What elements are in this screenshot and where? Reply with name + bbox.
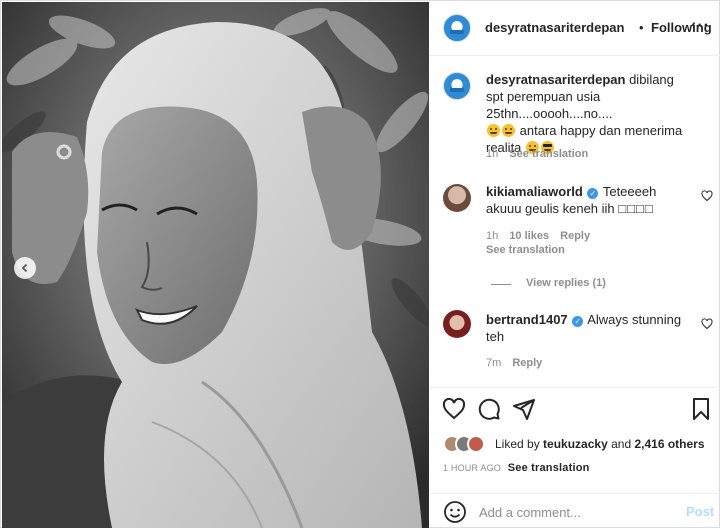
- comment-likes[interactable]: 10 likes: [509, 230, 549, 242]
- liked-by-and: and: [611, 437, 632, 451]
- post-header: desyratnasariterdepan • Following ···: [429, 2, 720, 56]
- heart-icon[interactable]: [442, 397, 466, 421]
- others-likes-link[interactable]: 2,416 others: [634, 437, 704, 451]
- add-comment-bar: Post: [429, 493, 720, 529]
- commenter-avatar[interactable]: [443, 184, 471, 212]
- comment-reply-button[interactable]: Reply: [560, 230, 590, 242]
- likers-avatars[interactable]: [443, 435, 491, 453]
- caption-author-avatar[interactable]: [443, 72, 471, 100]
- author-avatar[interactable]: [443, 14, 471, 42]
- comments-list: desyratnasariterdepan dibilang spt perem…: [429, 57, 720, 387]
- carousel-prev-button[interactable]: [14, 257, 36, 279]
- comment-see-translation[interactable]: See translation: [486, 244, 565, 256]
- rolling-laugh-emoji-icon: [502, 124, 515, 137]
- comment-time: 7m: [486, 357, 502, 369]
- replies-divider: [491, 284, 511, 285]
- caption-see-translation[interactable]: See translation: [509, 148, 588, 160]
- comment-text: kikiamaliaworld ✓ Teteeeeh akuuu geulis …: [486, 183, 691, 217]
- heart-icon[interactable]: [701, 190, 713, 202]
- grinning-emoji-icon: [487, 124, 500, 137]
- comment-meta: 7m Reply: [486, 357, 542, 369]
- author-username[interactable]: desyratnasariterdepan: [485, 20, 624, 35]
- post-actions: Liked by teukuzacky and 2,416 others 1 H…: [429, 387, 720, 528]
- bookmark-icon[interactable]: [689, 397, 713, 421]
- comment-input[interactable]: [479, 503, 669, 521]
- liker-avatar: [467, 435, 485, 453]
- portrait-photo-grayscale: [2, 2, 429, 528]
- comment-translation: See translation: [486, 244, 565, 256]
- comment-username[interactable]: bertrand1407: [486, 312, 568, 327]
- liked-by-text: Liked by teukuzacky and 2,416 others: [495, 437, 705, 451]
- first-liker-link[interactable]: teukuzacky: [543, 437, 608, 451]
- chevron-left-icon: [21, 263, 28, 273]
- comment-text: bertrand1407 ✓ Always stunning teh: [486, 311, 691, 345]
- caption-text: desyratnasariterdepan dibilang spt perem…: [486, 71, 691, 156]
- more-icon[interactable]: ···: [691, 17, 713, 37]
- comment-time: 1h: [486, 230, 499, 242]
- share-icon[interactable]: [512, 397, 536, 421]
- verified-badge-icon: ✓: [572, 316, 584, 327]
- post-comment-button[interactable]: Post: [686, 504, 714, 519]
- post-see-translation[interactable]: See translation: [508, 462, 590, 474]
- comment-icon[interactable]: [477, 397, 501, 421]
- instagram-post-window: desyratnasariterdepan • Following ··· de…: [0, 0, 720, 528]
- liked-by-prefix: Liked by: [495, 437, 540, 451]
- comment-missing-glyphs: □□□□: [618, 201, 654, 216]
- caption-username[interactable]: desyratnasariterdepan: [486, 72, 625, 87]
- caption-meta: 1h See translation: [486, 148, 588, 160]
- view-replies-button[interactable]: View replies (1): [526, 277, 606, 289]
- emoji-icon[interactable]: [443, 500, 467, 524]
- post-side-panel: desyratnasariterdepan • Following ··· de…: [429, 2, 720, 528]
- comment-username[interactable]: kikiamaliaworld: [486, 184, 583, 199]
- post-time-row: 1 HOUR AGO See translation: [443, 462, 590, 474]
- post-photo[interactable]: [2, 2, 429, 528]
- commenter-avatar[interactable]: [443, 310, 471, 338]
- caption-time: 1h: [486, 148, 499, 160]
- comment-meta: 1h 10 likes Reply: [486, 230, 590, 242]
- header-separator: •: [639, 20, 644, 35]
- comment-reply-button[interactable]: Reply: [512, 357, 542, 369]
- verified-badge-icon: ✓: [587, 188, 599, 199]
- post-timestamp: 1 HOUR AGO: [443, 463, 502, 473]
- heart-icon[interactable]: [701, 318, 713, 330]
